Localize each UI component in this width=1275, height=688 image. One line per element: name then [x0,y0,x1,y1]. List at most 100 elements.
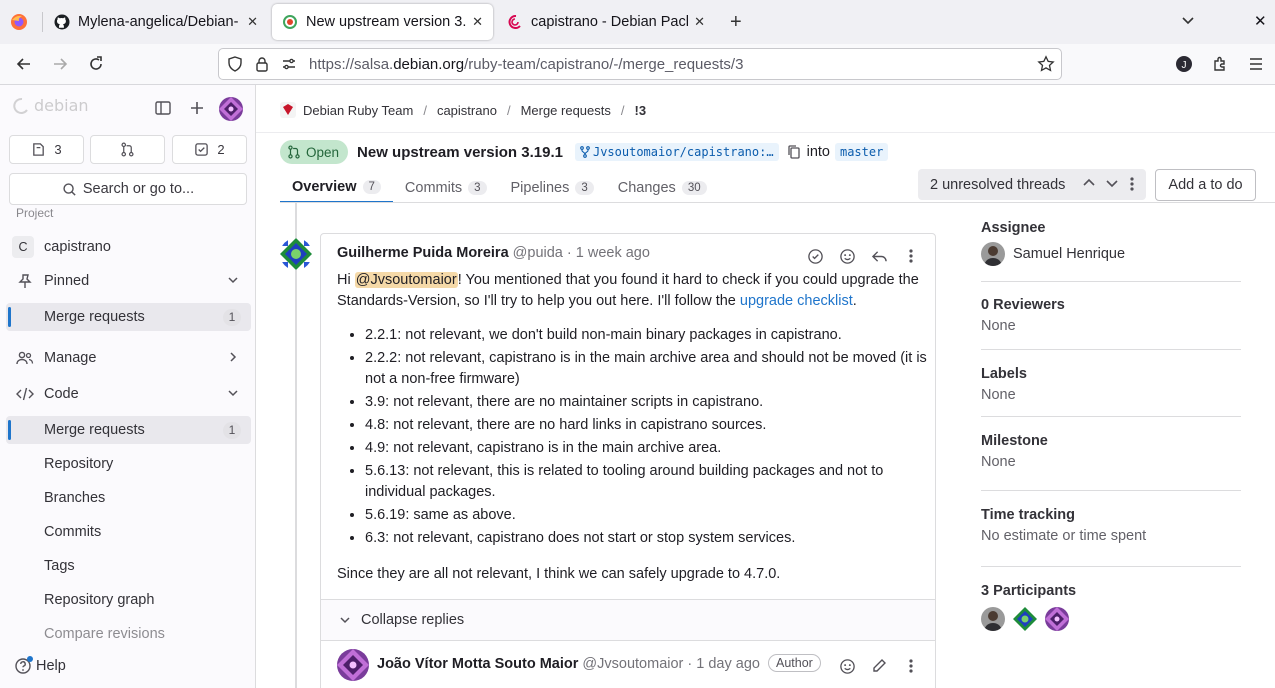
list-all-tabs-icon[interactable] [1180,12,1196,31]
collapse-sidebar-icon[interactable] [154,99,172,120]
lock-icon[interactable] [255,56,273,72]
user-avatar[interactable] [219,97,243,121]
labels-block: Labels None [981,366,1241,403]
breadcrumb-merge-requests[interactable]: Merge requests [521,103,611,118]
mr-header: Open New upstream version 3.19.1 Jvsouto… [280,140,889,164]
sidebar-item-repository[interactable]: Repository [6,450,251,478]
participant-avatar[interactable] [1045,607,1069,631]
sidebar-pinned-merge-requests[interactable]: Merge requests 1 [6,303,251,331]
sidebar-item-merge-requests[interactable]: Merge requests 1 [6,416,251,444]
merge-requests-counter[interactable] [90,135,165,164]
add-reaction-icon[interactable] [837,656,857,676]
more-vertical-icon[interactable] [1129,176,1135,195]
note-handle[interactable]: @puida [513,245,563,261]
search-button[interactable]: Search or go to... [9,173,247,205]
reply-icon[interactable] [869,246,889,266]
close-tab-icon[interactable]: ✕ [472,14,483,30]
note-body: Hi @Jvsoutomaior! You mentioned that you… [337,270,927,585]
reload-icon[interactable] [84,52,108,76]
browser-tab-github[interactable]: Mylena-angelica/Debian- ✕ [44,4,268,40]
debian-swirl-icon [508,15,521,29]
tab-title: Mylena-angelica/Debian- [78,14,239,30]
target-branch-link[interactable]: master [834,143,889,161]
sidebar-item-repository-graph[interactable]: Repository graph [6,586,251,614]
source-branch-link[interactable]: Jvsoutomaior/capistrano:… [574,143,779,161]
browser-tab-debian[interactable]: capistrano - Debian Packa ✕ [497,4,715,40]
page-settings-icon[interactable] [281,56,299,72]
user-mention[interactable]: @Jvsoutomaior [354,272,458,288]
milestone-value: None [981,454,1016,470]
sidebar-item-compare-revisions[interactable]: Compare revisions [6,620,251,648]
url-text[interactable]: https://salsa.debian.org/ruby-team/capis… [309,56,743,73]
shield-icon[interactable] [227,56,245,72]
copy-branch-icon[interactable] [787,144,801,160]
participant-avatar[interactable] [1013,607,1037,631]
reply-handle[interactable]: @Jvsoutomaior [582,656,683,672]
back-icon[interactable] [12,52,36,76]
reply-author[interactable]: João Vítor Motta Souto Maior [377,656,578,672]
add-todo-button[interactable]: Add a to do [1155,169,1256,201]
unresolved-threads-label[interactable]: 2 unresolved threads [930,177,1065,193]
tab-count: 7 [362,179,381,194]
collapse-replies-button[interactable]: Collapse replies [321,599,935,641]
tab-changes[interactable]: Changes 30 [606,172,719,203]
chevron-down-icon [227,274,239,289]
sidebar-pinned[interactable]: Pinned [6,267,251,295]
participants-list [981,607,1241,631]
divider [981,490,1241,491]
breadcrumb-project[interactable]: capistrano [437,103,497,118]
assignee-title: Assignee [981,220,1046,236]
firefox-icon[interactable] [10,13,28,31]
list-item: 5.6.13: not relevant, this is related to… [365,461,927,504]
reply-timestamp[interactable]: 1 day ago [696,656,760,672]
resolve-thread-icon[interactable] [805,246,825,266]
browser-tab-merge-request[interactable]: New upstream version 3.1 ✕ [272,4,493,40]
assignee[interactable]: Samuel Henrique [981,242,1241,266]
more-actions-icon[interactable] [901,656,921,676]
participant-avatar[interactable] [981,607,1005,631]
close-tab-icon[interactable]: ✕ [247,14,258,30]
breadcrumb-current[interactable]: !3 [635,103,647,118]
time-tracking-value: No estimate or time spent [981,528,1147,544]
app-menu-icon[interactable] [1244,52,1268,76]
list-item: 2.2.1: not relevant, we don't build non-… [365,325,927,347]
create-new-icon[interactable] [188,99,206,120]
edit-pencil-icon[interactable] [869,656,889,676]
close-tab-icon[interactable]: ✕ [694,14,705,30]
chevron-down-icon[interactable] [1105,176,1119,193]
tab-pipelines[interactable]: Pipelines 3 [499,172,606,203]
extensions-icon[interactable] [1208,52,1232,76]
bookmark-star-icon[interactable] [1037,55,1055,77]
todos-counter[interactable]: 2 [172,135,247,164]
sidebar-manage[interactable]: Manage [6,344,251,372]
sidebar-item-commits[interactable]: Commits [6,518,251,546]
tab-title: New upstream version 3.1 [306,14,467,30]
reply-author-avatar[interactable] [337,649,369,681]
help-button[interactable]: Help [14,656,66,675]
url-bar[interactable]: https://salsa.debian.org/ruby-team/capis… [218,48,1062,80]
note-author[interactable]: Guilherme Puida Moreira [337,245,509,261]
author-badge: Author [768,654,821,672]
note-timestamp[interactable]: 1 week ago [576,245,650,261]
debian-logo[interactable]: debian [12,96,89,115]
add-reaction-icon[interactable] [837,246,857,266]
divider [280,202,1275,203]
sidebar-project[interactable]: C capistrano [6,233,251,261]
chevron-up-icon[interactable] [1082,176,1096,193]
assigned-issues-counter[interactable]: 3 [9,135,84,164]
close-window-icon[interactable]: ✕ [1254,12,1267,30]
more-actions-icon[interactable] [901,246,921,266]
author-avatar[interactable] [280,238,312,270]
forward-icon[interactable] [48,52,72,76]
sidebar-item-tags[interactable]: Tags [6,552,251,580]
chevron-right-icon [227,351,239,366]
new-tab-button[interactable]: + [730,11,742,34]
breadcrumb-group[interactable]: Debian Ruby Team [303,103,413,118]
upgrade-checklist-link[interactable]: upgrade checklist [740,293,853,309]
sidebar-code[interactable]: Code [6,380,251,408]
sidebar-item-branches[interactable]: Branches [6,484,251,512]
tab-overview[interactable]: Overview 7 [280,172,393,203]
reply-header: João Vítor Motta Souto Maior @Jvsoutomai… [377,656,760,672]
account-avatar-icon[interactable]: J [1172,52,1196,76]
tab-commits[interactable]: Commits 3 [393,172,499,203]
